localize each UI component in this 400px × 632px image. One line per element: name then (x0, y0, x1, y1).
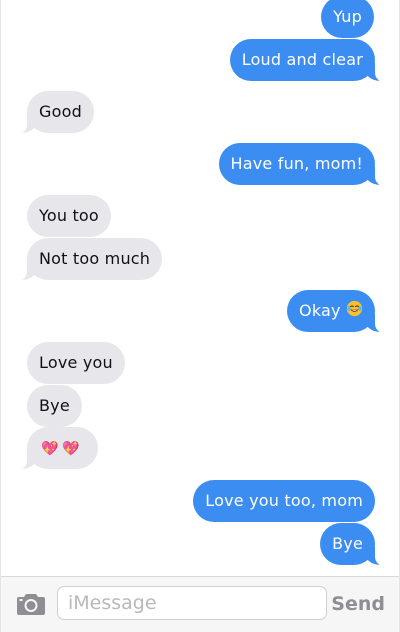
message-text: Not too much (39, 249, 151, 268)
message-bubble-incoming[interactable]: Not too much (2, 238, 163, 282)
message-text: Have fun, mom! (230, 154, 363, 173)
message-text: Yup (333, 7, 362, 26)
message-bubble-incoming[interactable]: You too (27, 195, 111, 237)
message-bubble-outgoing[interactable]: Yup (321, 0, 374, 38)
message-text: Good (39, 102, 82, 121)
sparkling-heart-emoji: 💖💖 (41, 441, 84, 457)
message-input[interactable] (57, 586, 327, 620)
message-text: Love you (39, 353, 113, 372)
message-text: Okay (299, 301, 341, 320)
message-bubble-incoming[interactable]: Bye (27, 385, 82, 427)
message-text: Love you too, mom (205, 491, 363, 510)
messages-screen: Yup Loud and clear Good Have fun, mom! Y… (0, 0, 400, 632)
message-text: You too (39, 206, 99, 225)
message-thread: Yup Loud and clear Good Have fun, mom! Y… (1, 0, 400, 576)
message-bubble-outgoing[interactable]: Bye (320, 523, 399, 567)
message-bubble-incoming[interactable]: Good (3, 91, 94, 135)
message-bubble-outgoing[interactable]: Okay (287, 290, 399, 334)
message-bubble-incoming[interactable]: Love you (27, 342, 125, 384)
message-bubble-outgoing[interactable]: Love you too, mom (193, 480, 375, 522)
message-text: Loud and clear (241, 50, 363, 69)
message-text: Bye (39, 396, 70, 415)
send-button[interactable]: Send (331, 591, 385, 617)
message-bubble-incoming[interactable]: 💖💖 (3, 427, 98, 471)
message-composer: Send (1, 576, 399, 632)
message-bubble-outgoing[interactable]: Have fun, mom! (218, 143, 399, 187)
camera-icon[interactable] (15, 591, 47, 617)
message-text: Bye (332, 534, 363, 553)
laughing-with-tears-emoji (346, 291, 363, 333)
message-bubble-outgoing[interactable]: Loud and clear (229, 39, 400, 83)
